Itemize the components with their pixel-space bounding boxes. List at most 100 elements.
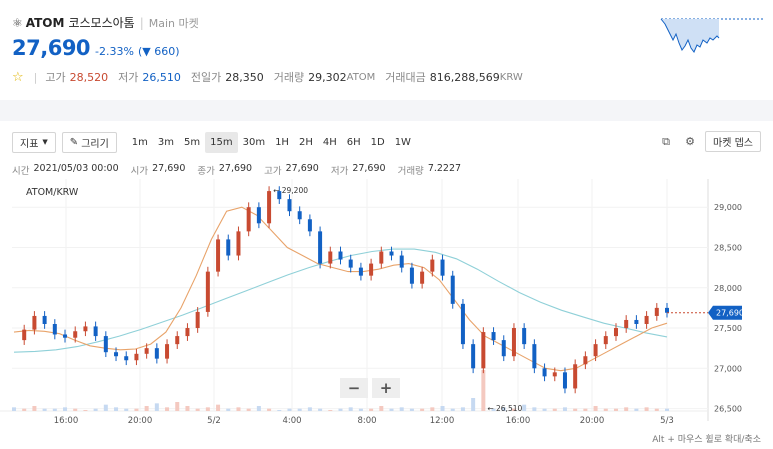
interval-selector: 1m 3m 5m 15m 30m 1H 2H 4H 6H 1D 1W [127, 131, 416, 153]
favorite-star-icon[interactable]: ☆ [12, 70, 24, 85]
market-depth-button[interactable]: 마켓 뎁스 [705, 131, 761, 152]
candle [328, 251, 333, 264]
volume-bar [216, 404, 221, 411]
candle [246, 207, 251, 232]
volume-value: 7.2227 [427, 163, 462, 174]
high-label: 고가 [45, 71, 66, 84]
interval-6h[interactable]: 6H [342, 132, 366, 153]
zoom-hint: Alt + 마우스 휠로 확대/축소 [652, 435, 761, 445]
volume-bar [246, 408, 251, 411]
volume-bar [124, 408, 129, 411]
volume-bar [256, 406, 261, 411]
x-tick-label: 8:00 [357, 416, 376, 426]
volume-bar [583, 408, 588, 411]
ohlc-info-bar: 시간 2021/05/03 00:00 시가 27,690 종가 27,690 … [12, 163, 473, 177]
interval-30m[interactable]: 30m [238, 132, 270, 153]
volume-bar [369, 408, 374, 411]
volume-bar [665, 408, 669, 411]
volume-bar [654, 408, 659, 411]
candle [348, 259, 353, 268]
interval-1d[interactable]: 1D [366, 132, 390, 153]
y-tick-label: 26,500 [714, 405, 742, 414]
candle [124, 356, 129, 361]
interval-15m[interactable]: 15m [205, 131, 238, 153]
candle [358, 267, 363, 276]
volume-bar [348, 407, 353, 411]
volume-bar [430, 407, 435, 411]
candle [562, 372, 567, 389]
interval-1w[interactable]: 1W [390, 132, 416, 153]
volume-bar [287, 408, 292, 411]
divider: | [139, 15, 144, 30]
gear-icon[interactable]: ⚙ [681, 133, 699, 151]
candle [511, 328, 516, 357]
turnover-label: 거래대금 [385, 71, 426, 84]
close-label: 종가 [197, 166, 215, 177]
draw-label: 그리기 [81, 138, 109, 150]
high-value: 28,520 [69, 70, 109, 84]
volume-bar [83, 410, 88, 411]
prev-close-value: 28,350 [225, 70, 264, 84]
current-price: 27,690 [12, 36, 91, 60]
candle [216, 239, 221, 272]
candle [542, 368, 547, 377]
interval-5m[interactable]: 5m [179, 132, 205, 153]
volume-bar [552, 408, 557, 411]
high-label: 고가 [264, 166, 282, 177]
price-row: 27,690 -2.33% (▼ 660) [12, 36, 180, 60]
pencil-icon: ✎ [69, 136, 79, 148]
volume-bar [154, 403, 159, 411]
interval-1h[interactable]: 1H [270, 132, 294, 153]
indicator-button[interactable]: 지표 ▼ [12, 131, 56, 153]
volume-bar [542, 408, 547, 411]
popout-icon[interactable]: ⧉ [657, 133, 675, 151]
volume-bar [12, 407, 16, 411]
candle [389, 251, 394, 256]
candle [103, 336, 108, 353]
volume-bar [471, 398, 476, 411]
interval-1m[interactable]: 1m [127, 132, 153, 153]
candle [52, 324, 57, 335]
market-depth-label: 마켓 뎁스 [713, 138, 753, 149]
x-tick-label: 20:00 [128, 416, 153, 426]
candle [185, 328, 190, 337]
time-value: 2021/05/03 00:00 [33, 163, 119, 174]
candle [593, 344, 598, 357]
divider: | [33, 70, 38, 84]
volume-bar [573, 408, 578, 411]
volume-value: 29,302 [308, 70, 347, 84]
low-label: 저가 [330, 166, 349, 177]
zoom-out-button[interactable]: − [340, 378, 368, 398]
change-absolute: (▼ 660) [137, 45, 180, 58]
volume-bar [63, 407, 68, 411]
volume-bar [185, 406, 190, 411]
zoom-controls: − + [340, 378, 404, 398]
volume-bar [73, 408, 78, 411]
interval-3m[interactable]: 3m [153, 132, 179, 153]
candle [226, 239, 231, 256]
coin-symbol: ATOM [25, 15, 65, 30]
volume-bar [267, 408, 272, 411]
candle [399, 255, 404, 268]
volume-bar [562, 407, 567, 411]
y-tick-label: 29,000 [714, 203, 742, 212]
volume-bar [481, 370, 486, 411]
candle [409, 267, 414, 284]
volume-bar [328, 410, 333, 411]
interval-4h[interactable]: 4H [318, 132, 342, 153]
volume-bar [236, 407, 241, 411]
volume-bar [603, 408, 608, 411]
candle [195, 311, 200, 329]
x-tick-label: 4:00 [282, 416, 301, 426]
volume-bar [460, 407, 465, 411]
y-tick-label: 28,500 [714, 243, 742, 252]
volume-bar [22, 408, 27, 411]
interval-2h[interactable]: 2H [294, 132, 318, 153]
down-triangle-icon: ▼ [142, 45, 151, 58]
draw-button[interactable]: ✎ 그리기 [61, 131, 117, 153]
coin-name: 코스모스아톰 [68, 16, 135, 30]
zoom-in-button[interactable]: + [372, 378, 400, 398]
volume-bar [379, 406, 384, 411]
volume-bar [42, 408, 47, 411]
volume-bar [440, 406, 445, 411]
